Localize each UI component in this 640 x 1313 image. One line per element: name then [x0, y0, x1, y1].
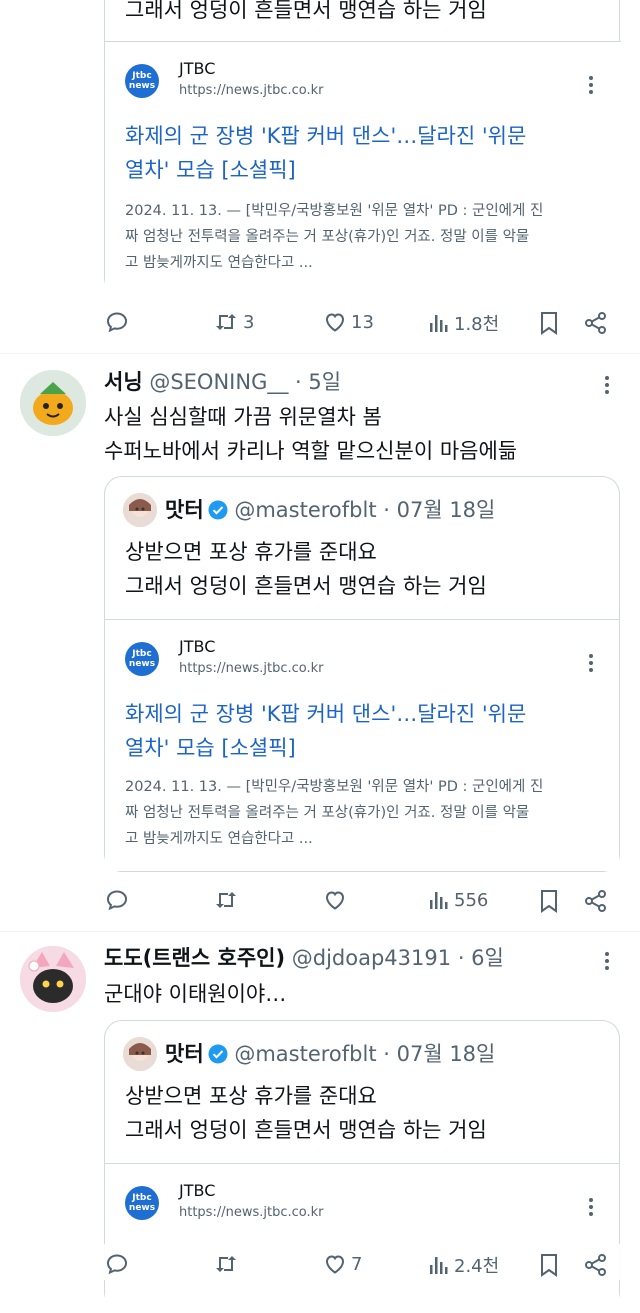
views-icon — [430, 315, 448, 332]
link-desc-line1: 2024. 11. 13. — [박민우/국방홍보원 '위문 열차' PD : … — [125, 779, 544, 795]
bookmark-icon — [541, 890, 557, 913]
link-headline-line1[interactable]: 화제의 군 장병 'K팝 커버 댄스'…달라진 '위문 — [125, 697, 526, 731]
avatar[interactable] — [20, 946, 86, 1012]
reply-icon — [106, 1254, 128, 1275]
more-options-icon[interactable] — [588, 76, 594, 94]
link-source-name: JTBC — [179, 1181, 216, 1200]
display-name[interactable]: 도도(트랜스 호주인) — [104, 946, 285, 970]
link-desc-line1: 2024. 11. 13. — [박민우/국방홍보원 '위문 열차' PD : … — [125, 203, 544, 219]
link-headline-line2[interactable]: 열차' 모습 [소셜픽] — [125, 731, 296, 765]
display-name[interactable]: 서닝 — [104, 370, 143, 394]
avatar-character-icon — [20, 946, 86, 1012]
jtbc-logo-icon: Jtbc news — [125, 1186, 159, 1220]
user-handle[interactable]: @SEONING__ — [149, 370, 288, 394]
tweet-divider — [0, 931, 640, 932]
share-button[interactable] — [583, 310, 609, 336]
verified-badge-icon — [208, 1044, 228, 1064]
link-headline-line1[interactable]: 화제의 군 장병 'K팝 커버 댄스'…달라진 '위문 — [125, 119, 526, 153]
like-button[interactable] — [323, 888, 351, 912]
reply-icon — [106, 312, 128, 333]
link-source-url[interactable]: https://news.jtbc.co.kr — [179, 661, 324, 676]
like-button[interactable]: 13 — [323, 310, 374, 334]
quote-text-line2: 그래서 엉덩이 흔들면서 맹연습 하는 거임 — [125, 0, 487, 22]
jtbc-logo-icon: Jtbc news — [125, 642, 159, 676]
quote-display-name: 맛터 — [165, 498, 204, 522]
views-icon — [430, 1257, 448, 1274]
link-source-url[interactable]: https://news.jtbc.co.kr — [179, 1205, 324, 1220]
retweet-icon — [216, 1256, 236, 1272]
tweet-header: 서닝 @SEONING__ · 5일 — [104, 365, 341, 399]
share-button[interactable] — [583, 1252, 609, 1278]
reply-button[interactable] — [105, 888, 133, 912]
retweet-button[interactable]: 3 — [213, 310, 254, 334]
quote-text-line2: 그래서 엉덩이 흔들면서 맹연습 하는 거임 — [125, 574, 487, 598]
avatar-character-icon — [20, 370, 86, 436]
heart-icon — [325, 313, 345, 332]
share-icon — [585, 312, 606, 334]
tweet-divider — [0, 353, 640, 354]
retweet-button[interactable] — [213, 888, 243, 912]
link-source-name: JTBC — [179, 637, 216, 656]
tweet-text-line1: 사실 심심할때 가끔 위문열차 봄 — [104, 405, 382, 429]
reply-button[interactable] — [105, 310, 133, 334]
retweet-icon — [216, 892, 236, 908]
quote-text-line2: 그래서 엉덩이 흔들면서 맹연습 하는 거임 — [125, 1118, 487, 1142]
link-desc-line3: 고 밤늦게까지도 연습한다고 ... — [125, 831, 313, 847]
more-options-icon[interactable] — [604, 952, 610, 970]
views-button[interactable]: 1.8천 — [428, 310, 499, 336]
tweet-text-line1: 군대야 이태원이야… — [104, 982, 287, 1006]
heart-icon — [325, 891, 345, 910]
quote-date: · 07월 18일 — [383, 1042, 496, 1066]
retweet-icon — [216, 314, 236, 330]
quote-header: 맛터 @masterofblt · 07월 18일 — [165, 1037, 495, 1071]
bookmark-button[interactable] — [538, 310, 560, 336]
post-time[interactable]: · 6일 — [458, 946, 504, 970]
bookmark-button[interactable] — [538, 1252, 560, 1278]
views-button[interactable]: 2.4천 — [428, 1252, 499, 1278]
quote-header: 맛터 @masterofblt · 07월 18일 — [165, 493, 495, 527]
link-headline-line2[interactable]: 열차' 모습 [소셜픽] — [125, 153, 296, 187]
quote-handle: @masterofblt — [234, 498, 377, 522]
share-button[interactable] — [583, 888, 609, 914]
quote-text-line1: 상받으면 포상 휴가를 준대요 — [125, 540, 377, 564]
quote-text-line1: 상받으면 포상 휴가를 준대요 — [125, 1084, 377, 1108]
bookmark-button[interactable] — [538, 888, 560, 914]
quote-handle: @masterofblt — [234, 1042, 377, 1066]
verified-badge-icon — [208, 500, 228, 520]
quote-card-top[interactable]: 그래서 엉덩이 흔들면서 맹연습 하는 거임 Jtbc news JTBC ht… — [104, 0, 621, 296]
quote-display-name: 맛터 — [165, 1042, 204, 1066]
link-source-url[interactable]: https://news.jtbc.co.kr — [179, 83, 324, 98]
quote-avatar-icon — [123, 1037, 157, 1071]
like-button[interactable]: 7 — [323, 1252, 362, 1276]
link-desc-line3: 고 밤늦게까지도 연습한다고 ... — [125, 255, 313, 271]
quote-date: · 07월 18일 — [383, 498, 496, 522]
reply-icon — [106, 890, 128, 911]
reply-button[interactable] — [105, 1252, 133, 1276]
more-options-icon[interactable] — [588, 654, 594, 672]
quote-avatar — [123, 1037, 157, 1071]
user-handle[interactable]: @djdoap43191 — [292, 946, 451, 970]
tweet-header: 도도(트랜스 호주인) @djdoap43191 · 6일 — [104, 941, 504, 975]
avatar[interactable] — [20, 370, 86, 436]
link-desc-line2: 짜 엄청난 전투력을 올려주는 거 포상(휴가)인 거죠. 정말 이를 악물 — [125, 805, 530, 821]
share-icon — [585, 1254, 606, 1276]
link-desc-line2: 짜 엄청난 전투력을 올려주는 거 포상(휴가)인 거죠. 정말 이를 악물 — [125, 229, 530, 245]
tweet-text-line2: 수퍼노바에서 카리나 역할 맡으신분이 마음에듦 — [104, 439, 518, 463]
more-options-icon[interactable] — [604, 376, 610, 394]
post-time[interactable]: · 5일 — [295, 370, 341, 394]
retweet-button[interactable] — [213, 1252, 243, 1276]
quote-avatar — [123, 493, 157, 527]
quote-card[interactable]: 맛터 @masterofblt · 07월 18일 상받으면 포상 휴가를 준대… — [104, 476, 620, 872]
views-button[interactable]: 556 — [428, 888, 488, 912]
jtbc-logo-icon: Jtbc news — [125, 64, 159, 98]
quote-avatar-icon — [123, 493, 157, 527]
link-source-name: JTBC — [179, 59, 216, 78]
share-icon — [585, 890, 606, 912]
heart-icon — [325, 1255, 345, 1274]
more-options-icon[interactable] — [588, 1198, 594, 1216]
bookmark-icon — [541, 1254, 557, 1277]
views-icon — [430, 892, 448, 909]
bookmark-icon — [541, 312, 557, 335]
